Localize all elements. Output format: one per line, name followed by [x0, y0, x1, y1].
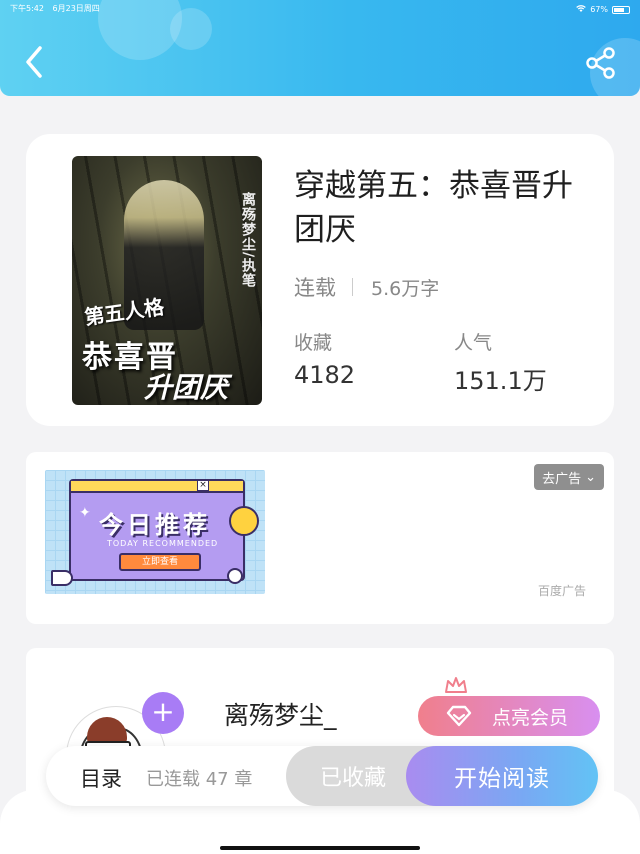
ad-banner-title: 今日推荐 [99, 511, 211, 539]
remove-ad-button[interactable]: 去广告 ⌄ [534, 464, 604, 490]
popularity-label: 人气 [454, 332, 493, 354]
meta-divider [352, 278, 353, 296]
favorites-label: 收藏 [294, 332, 333, 354]
serial-status: 连载 [294, 276, 336, 300]
ad-banner-button: 立即查看 [119, 553, 201, 571]
remove-ad-label: 去广告 [542, 471, 582, 487]
ad-window-close-icon: × [197, 480, 209, 491]
diamond-icon [446, 705, 472, 727]
chevron-down-icon: ⌄ [585, 469, 596, 485]
ad-banner-subtitle: TODAY RECOMMENDED [107, 539, 219, 548]
status-right: 67% [576, 3, 630, 16]
table-of-contents-button[interactable]: 目录 [80, 763, 122, 793]
author-name: 离殇梦尘_ [224, 701, 337, 730]
home-indicator [220, 846, 420, 850]
ad-window-bar: × [71, 480, 243, 493]
favorites-stat: 收藏 4182 [294, 328, 355, 389]
wifi-icon [576, 4, 587, 15]
chevron-left-icon [26, 46, 42, 78]
battery-percent: 67% [590, 5, 608, 14]
vip-membership-button[interactable]: 点亮会员 [418, 696, 600, 736]
top-header: 下午5:42 6月23日周四 67% [0, 0, 640, 96]
planet-icon [229, 506, 259, 536]
megaphone-icon [51, 570, 73, 586]
word-count: 5.6万字 [371, 277, 440, 300]
ad-source-label: 百度广告 [537, 584, 586, 598]
favorites-value: 4182 [294, 361, 356, 389]
magnifier-icon [227, 568, 243, 584]
book-cover[interactable]: 离殇梦尘/执笔 第五人格 恭喜晋 升团厌 [72, 156, 262, 405]
status-time: 下午5:42 [10, 4, 44, 13]
cover-vertical-text: 离殇梦尘/执笔 [240, 192, 256, 289]
follow-author-button[interactable]: + [142, 692, 184, 734]
start-reading-button[interactable]: 开始阅读 [406, 746, 598, 806]
battery-icon [612, 5, 630, 14]
popularity-value: 151.1万 [454, 367, 547, 395]
status-left: 下午5:42 6月23日周四 [10, 3, 106, 16]
book-info-card: 离殇梦尘/执笔 第五人格 恭喜晋 升团厌 穿越第五：恭喜晋升团厌 连载 5.6万… [26, 134, 614, 426]
ad-card: × ✦ 今日推荐 TODAY RECOMMENDED 立即查看 去广告 ⌄ 百度… [26, 452, 614, 624]
share-button[interactable] [584, 46, 618, 80]
crown-icon [445, 677, 467, 693]
back-button[interactable] [20, 44, 50, 80]
book-title: 穿越第五：恭喜晋升团厌 [294, 168, 573, 248]
popularity-stat: 人气 151.1万 [454, 328, 547, 396]
bottom-action-bar: 目录 已连载 47 章 已收藏 开始阅读 [46, 746, 598, 806]
book-meta: 连载 5.6万字 [294, 272, 439, 302]
share-icon [586, 47, 615, 79]
status-bar: 下午5:42 6月23日周四 67% [0, 0, 640, 16]
sparkle-icon: ✦ [79, 505, 91, 521]
collected-label: 已收藏 [319, 766, 386, 791]
avatar-hair [87, 717, 127, 743]
chapter-count: 已连载 47 章 [146, 769, 253, 790]
status-date: 6月23日周四 [52, 4, 100, 13]
start-reading-label: 开始阅读 [454, 766, 550, 792]
ad-banner[interactable]: × ✦ 今日推荐 TODAY RECOMMENDED 立即查看 [45, 470, 265, 594]
vip-label: 点亮会员 [492, 706, 569, 729]
ad-window: × ✦ 今日推荐 TODAY RECOMMENDED 立即查看 [69, 479, 245, 581]
cover-line3: 升团厌 [144, 371, 229, 404]
